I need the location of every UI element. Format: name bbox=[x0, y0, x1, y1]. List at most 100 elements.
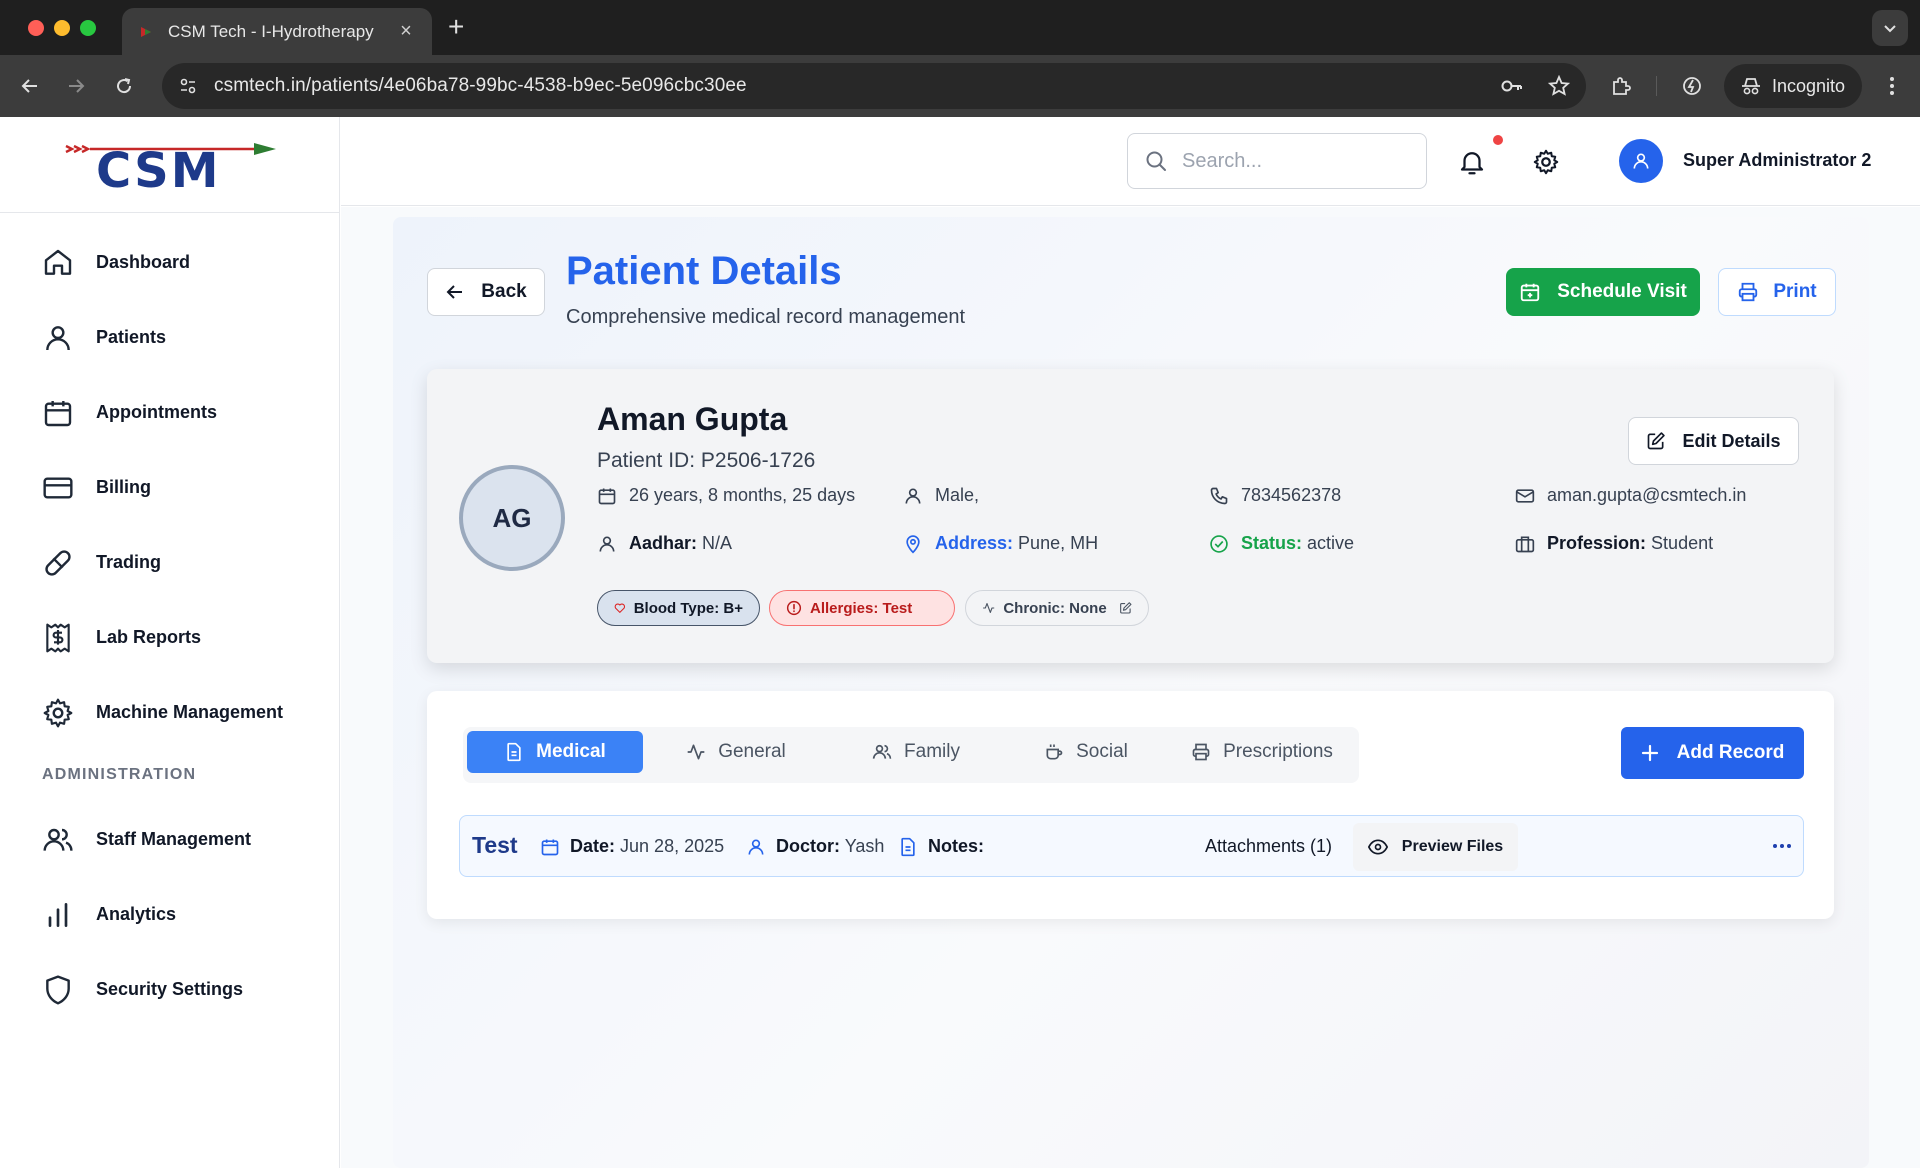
check-circle-icon bbox=[1210, 534, 1228, 553]
site-settings-icon bbox=[180, 78, 196, 94]
incognito-label: Incognito bbox=[1772, 75, 1846, 96]
sidebar-item-label: Staff Management bbox=[96, 829, 252, 849]
reload-button[interactable] bbox=[108, 70, 140, 102]
record-row[interactable]: Test Date: Jun 28, 2025 Doctor: Yash Not… bbox=[459, 815, 1804, 877]
sidebar-item-label: Patients bbox=[96, 327, 167, 347]
briefcase-icon bbox=[1515, 536, 1535, 552]
phone-icon bbox=[1210, 487, 1228, 504]
tab-family[interactable]: Family bbox=[831, 731, 1001, 773]
patient-id: Patient ID: P2506-1726 bbox=[597, 449, 816, 472]
file-text-icon bbox=[901, 837, 915, 856]
plus-icon bbox=[1641, 744, 1658, 762]
arrow-left-icon bbox=[21, 79, 37, 93]
extensions-button[interactable] bbox=[1605, 70, 1637, 102]
address-bar[interactable]: csmtech.in/patients/4e06ba78-99bc-4538-b… bbox=[162, 63, 1586, 109]
patient-email: aman.gupta@csmtech.in bbox=[1515, 485, 1746, 506]
sidebar-item-machine-management[interactable]: Machine Management bbox=[0, 675, 339, 750]
record-more-button[interactable] bbox=[1768, 832, 1796, 860]
top-bar: Super Administrator 2 bbox=[341, 117, 1920, 206]
close-window-button[interactable] bbox=[28, 20, 44, 36]
sidebar-item-trading[interactable]: Trading bbox=[0, 525, 339, 600]
tab-medical[interactable]: Medical bbox=[467, 731, 643, 773]
schedule-visit-button[interactable]: Schedule Visit bbox=[1506, 268, 1700, 316]
sidebar-item-label: Appointments bbox=[96, 402, 217, 422]
calendar-icon bbox=[44, 400, 72, 426]
credit-card-icon bbox=[43, 476, 73, 499]
users-icon bbox=[872, 744, 892, 759]
sidebar-item-patients[interactable]: Patients bbox=[0, 300, 339, 375]
search-icon bbox=[1146, 151, 1166, 171]
browser-toolbar: csmtech.in/patients/4e06ba78-99bc-4538-b… bbox=[0, 55, 1920, 117]
sidebar-item-lab-reports[interactable]: Lab Reports bbox=[0, 600, 339, 675]
favicon-icon bbox=[141, 26, 151, 37]
tab-social[interactable]: Social bbox=[1011, 731, 1161, 773]
user-icon bbox=[599, 536, 615, 552]
blood-type-chip: Blood Type: B+ bbox=[597, 590, 760, 626]
patient-gender: Male, bbox=[903, 485, 979, 506]
shield-icon bbox=[46, 974, 70, 1005]
tab-general[interactable]: General bbox=[651, 731, 821, 773]
search-input[interactable] bbox=[1182, 149, 1402, 173]
record-date: Date: Jun 28, 2025 bbox=[540, 836, 724, 857]
browser-tab-bar: CSM Tech - I-Hydrotherapy × + bbox=[0, 0, 1920, 55]
sidebar-item-label: Dashboard bbox=[96, 252, 191, 272]
coffee-icon bbox=[1046, 744, 1063, 760]
print-label: Print bbox=[1773, 281, 1817, 302]
url-text: csmtech.in/patients/4e06ba78-99bc-4538-b… bbox=[214, 75, 747, 96]
map-pin-icon bbox=[906, 534, 920, 554]
print-button[interactable]: Print bbox=[1718, 268, 1836, 316]
edit-label: Edit Details bbox=[1682, 430, 1781, 451]
csm-logo[interactable]: CSM bbox=[64, 137, 278, 191]
forward-nav-button[interactable] bbox=[60, 70, 92, 102]
incognito-badge[interactable]: Incognito bbox=[1724, 64, 1862, 108]
user-avatar[interactable] bbox=[1619, 139, 1663, 183]
mail-icon bbox=[1515, 488, 1535, 503]
edit-icon[interactable] bbox=[1119, 600, 1132, 616]
browser-menu-button[interactable] bbox=[1876, 70, 1908, 102]
user-name[interactable]: Super Administrator 2 bbox=[1683, 150, 1871, 171]
pill-icon bbox=[45, 549, 71, 576]
arrow-right-icon bbox=[69, 79, 85, 93]
main-content: Back Patient Details Comprehensive medic… bbox=[341, 207, 1920, 1168]
minimize-window-button[interactable] bbox=[54, 20, 70, 36]
preview-files-button[interactable]: Preview Files bbox=[1353, 823, 1518, 871]
patient-name: Aman Gupta bbox=[597, 401, 788, 437]
sidebar-item-label: Billing bbox=[96, 477, 151, 497]
sidebar-item-staff-management[interactable]: Staff Management bbox=[0, 802, 339, 877]
users-icon bbox=[43, 828, 73, 851]
new-tab-button[interactable]: + bbox=[448, 12, 464, 42]
tab-search-button[interactable] bbox=[1872, 10, 1908, 46]
settings-gear-icon[interactable] bbox=[1531, 147, 1561, 177]
edit-details-button[interactable]: Edit Details bbox=[1628, 417, 1799, 465]
sidebar-item-appointments[interactable]: Appointments bbox=[0, 375, 339, 450]
logo-text: CSM bbox=[96, 143, 220, 191]
printer-icon bbox=[1192, 743, 1210, 761]
notification-dot bbox=[1493, 135, 1503, 145]
back-button[interactable]: Back bbox=[427, 268, 545, 316]
sidebar-item-analytics[interactable]: Analytics bbox=[0, 877, 339, 952]
back-nav-button[interactable] bbox=[14, 70, 46, 102]
sidebar-item-security-settings[interactable]: Security Settings bbox=[0, 952, 339, 1027]
incognito-icon bbox=[1742, 78, 1760, 95]
home-icon bbox=[44, 249, 72, 275]
heart-icon bbox=[614, 603, 626, 613]
bookmark-star-icon[interactable] bbox=[1548, 75, 1570, 97]
search-box[interactable] bbox=[1127, 133, 1427, 189]
puzzle-icon bbox=[1613, 77, 1631, 95]
chronic-chip[interactable]: Chronic: None bbox=[965, 590, 1149, 626]
bell-icon[interactable] bbox=[1457, 147, 1487, 177]
add-record-button[interactable]: Add Record bbox=[1621, 727, 1804, 779]
sidebar-nav: Dashboard Patients Appointments Billing … bbox=[0, 213, 339, 1027]
maximize-window-button[interactable] bbox=[80, 20, 96, 36]
admin-section-label: ADMINISTRATION bbox=[42, 766, 197, 783]
sidebar-item-dashboard[interactable]: Dashboard bbox=[0, 225, 339, 300]
receipt-icon bbox=[46, 623, 70, 652]
performance-button[interactable] bbox=[1676, 70, 1708, 102]
activity-icon bbox=[687, 744, 705, 760]
sidebar-item-billing[interactable]: Billing bbox=[0, 450, 339, 525]
tab-prescriptions[interactable]: Prescriptions bbox=[1169, 731, 1355, 773]
browser-tab[interactable]: CSM Tech - I-Hydrotherapy × bbox=[122, 8, 432, 55]
password-key-icon[interactable] bbox=[1500, 76, 1524, 96]
record-doctor: Doctor: Yash bbox=[746, 836, 884, 857]
close-tab-icon[interactable]: × bbox=[396, 20, 416, 43]
